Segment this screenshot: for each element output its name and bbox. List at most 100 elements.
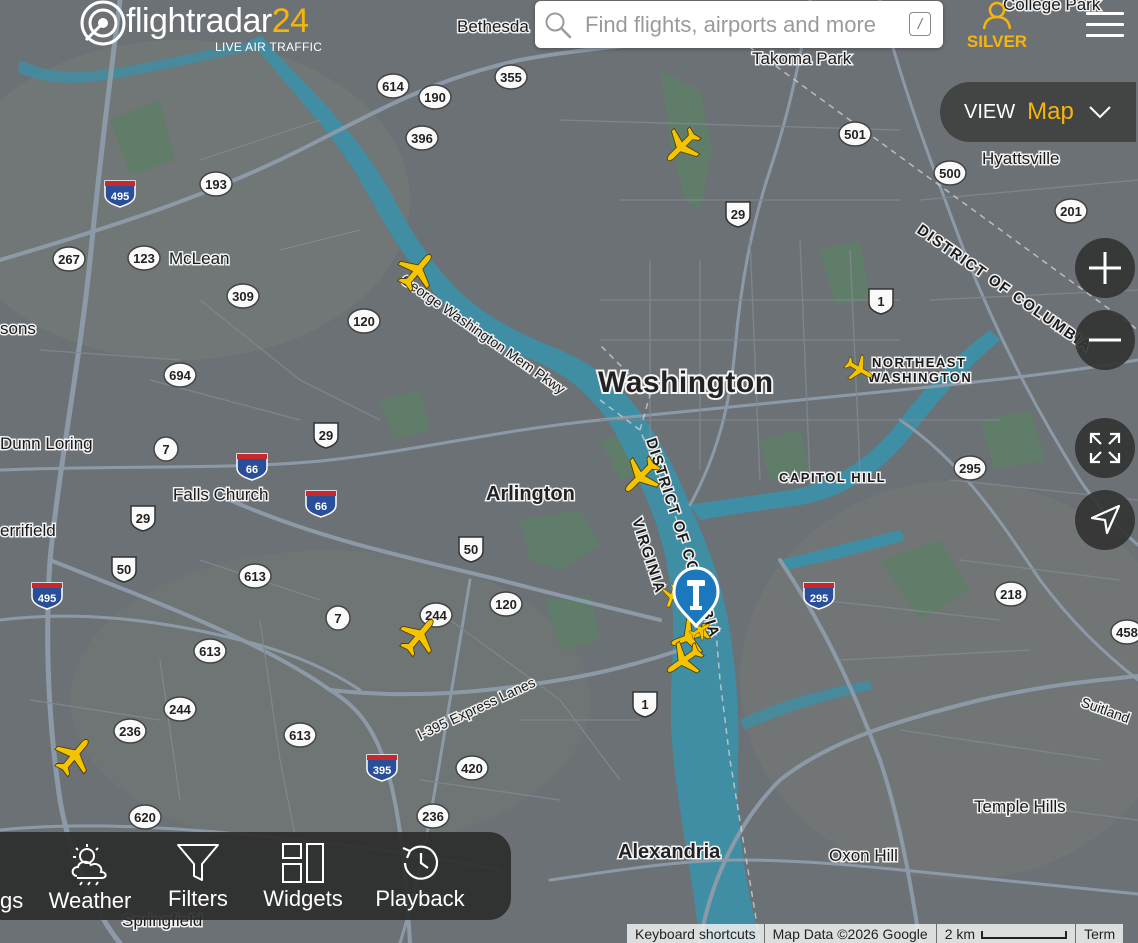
toolbar-widgets-button[interactable]: Widgets (260, 832, 346, 920)
shield-number: 614 (382, 79, 404, 94)
road-shield-state-295: 295 (953, 455, 987, 481)
shield-number: 201 (1060, 204, 1082, 219)
search-shortcut-badge: / (909, 12, 931, 36)
main-menu-button[interactable] (1086, 12, 1124, 40)
search-icon (545, 12, 572, 38)
menu-bar-icon (1086, 34, 1124, 37)
shield-number: 29 (136, 511, 150, 526)
road-shield-us-50: 50 (458, 536, 484, 563)
scale-label: 2 km (944, 926, 976, 942)
filters-label: Filters (168, 886, 228, 911)
toolbar-weather-button[interactable]: Weather (44, 832, 136, 920)
shield-number: 29 (319, 428, 333, 443)
road-shield-state-190: 190 (418, 84, 452, 110)
search-box[interactable]: / (535, 1, 943, 48)
shield-number: 501 (844, 127, 866, 142)
menu-bar-icon (1086, 23, 1124, 26)
road-shield-us-29: 29 (130, 505, 156, 532)
shield-number: 620 (134, 810, 156, 825)
label-washington: Washington (598, 366, 774, 399)
zoom-in-button[interactable] (1075, 238, 1135, 298)
shield-number: 395 (373, 765, 391, 777)
shield-number: 309 (232, 289, 254, 304)
fullscreen-button[interactable] (1075, 418, 1135, 478)
toolbar-playback-button[interactable]: Playback (372, 832, 468, 920)
road-shield-us-1: 1 (632, 691, 658, 718)
my-location-button[interactable] (1075, 490, 1135, 550)
road-shield-state-420: 420 (455, 755, 489, 781)
map-data-credit: Map Data ©2026 Google (764, 924, 936, 943)
label-ne-washington-1: NORTHEAST (872, 355, 966, 370)
shield-number: 355 (500, 70, 522, 85)
minus-icon (1089, 338, 1121, 342)
zoom-out-button[interactable] (1075, 310, 1135, 370)
shield-number: 500 (939, 166, 961, 181)
shield-number: 120 (495, 597, 517, 612)
shield-number: 193 (205, 177, 227, 192)
chevron-down-icon (1089, 106, 1111, 119)
shield-number: 7 (334, 611, 341, 626)
label-hyattsville: Hyattsville (982, 149, 1059, 168)
map-scale: 2 km (936, 924, 1076, 943)
user-account-button[interactable]: SILVER (966, 0, 1028, 54)
label-sons: sons (0, 319, 36, 338)
road-shield-state-218: 218 (994, 581, 1028, 607)
shield-number: 190 (424, 90, 446, 105)
view-value: Map (1027, 98, 1074, 125)
road-shield-state-613: 613 (283, 722, 317, 748)
label-ne-washington-2: WASHINGTON (868, 370, 972, 385)
user-icon (982, 1, 1012, 30)
shield-number: 267 (58, 252, 80, 267)
road-shield-state-500: 500 (933, 160, 967, 186)
user-tier-label: SILVER (966, 32, 1028, 51)
widgets-icon (282, 843, 324, 883)
shield-number: 123 (133, 251, 155, 266)
road-shield-interstate-66: 66 (236, 453, 268, 481)
shield-number: 613 (289, 728, 311, 743)
location-arrow-icon (1090, 504, 1121, 535)
shield-number: 244 (169, 702, 191, 717)
widgets-label: Widgets (263, 886, 343, 911)
search-input[interactable] (583, 10, 897, 39)
weather-icon (71, 844, 107, 886)
toolbar-item-partial[interactable]: gs (0, 832, 24, 920)
road-shield-state-7: 7 (153, 436, 179, 462)
road-shield-state-244: 244 (163, 696, 197, 722)
shield-number: 694 (169, 368, 191, 383)
toolbar-partial-label: gs (0, 888, 24, 913)
road-shield-state-309: 309 (226, 283, 260, 309)
road-shield-interstate-295: 295 (803, 582, 835, 610)
view-selector[interactable]: VIEW Map (940, 82, 1136, 142)
road-shield-state-120: 120 (489, 591, 523, 617)
road-shield-state-244: 244 (419, 602, 453, 628)
road-shield-state-123: 123 (127, 245, 161, 271)
road-shield-state-613: 613 (193, 638, 227, 664)
shield-number: 29 (731, 207, 745, 222)
shield-number: 458 (1116, 625, 1138, 640)
label-takoma-park: Takoma Park (752, 49, 852, 68)
shield-number: 66 (315, 501, 327, 513)
shield-number: 396 (411, 131, 433, 146)
road-shield-state-236: 236 (113, 718, 147, 744)
radar-logo-icon (80, 0, 126, 46)
label-capitol-hill: CAPITOL HILL (779, 470, 886, 485)
shield-number: 495 (111, 191, 129, 203)
keyboard-shortcuts-link[interactable]: Keyboard shortcuts (627, 924, 764, 943)
terms-link[interactable]: Term (1076, 924, 1124, 943)
road-shield-state-694: 694 (163, 362, 197, 388)
road-shield-state-396: 396 (405, 125, 439, 151)
playback-label: Playback (375, 886, 465, 911)
road-shield-us-1: 1 (868, 288, 894, 315)
shield-number: 236 (119, 724, 141, 739)
shield-number: 236 (422, 809, 444, 824)
road-shield-interstate-495: 495 (31, 582, 63, 610)
shield-number: 295 (810, 593, 828, 605)
label-temple-hills: Temple Hills (974, 797, 1066, 816)
toolbar-filters-button[interactable]: Filters (160, 832, 236, 920)
menu-bar-icon (1086, 12, 1124, 15)
plus-icon (1089, 252, 1121, 284)
shield-number: 120 (353, 314, 375, 329)
road-shield-state-620: 620 (128, 804, 162, 830)
label-arlington: Arlington (486, 483, 575, 505)
shield-number: 613 (244, 569, 266, 584)
